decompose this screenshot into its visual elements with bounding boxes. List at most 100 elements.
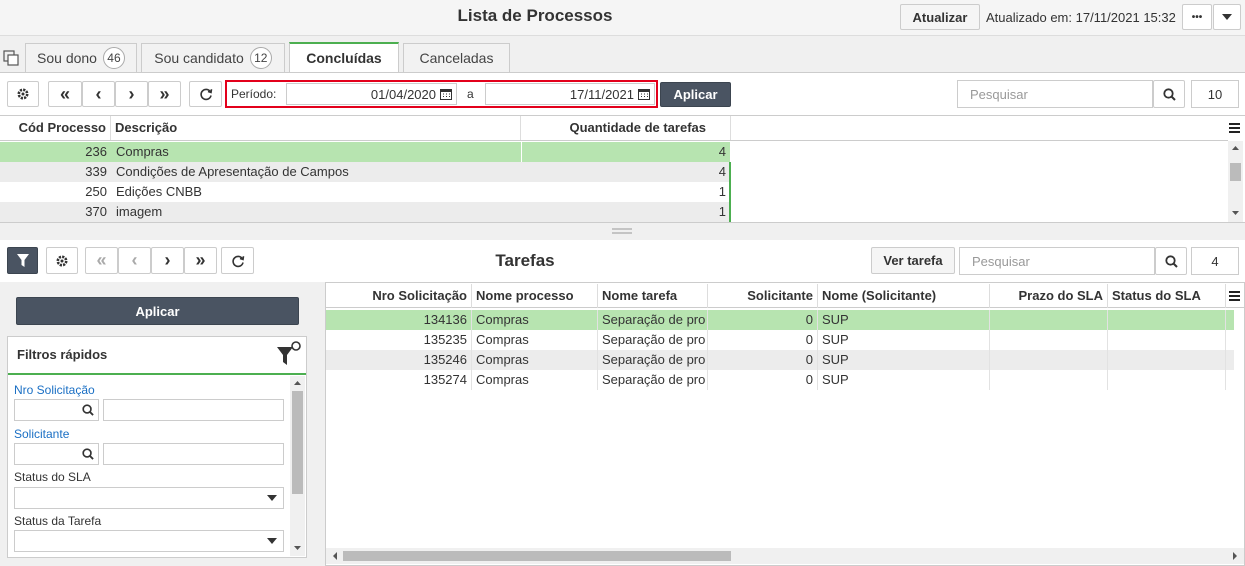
column-menu-icon[interactable]	[1229, 123, 1240, 133]
process-col-code[interactable]: Cód Processo	[0, 116, 111, 140]
task-cell-requester: 0	[708, 350, 818, 370]
process-col-qty[interactable]: Quantidade de tarefas	[521, 116, 731, 140]
process-row-code: 339	[85, 164, 107, 179]
scrollbar-thumb[interactable]	[1230, 163, 1241, 181]
scroll-up-icon[interactable]	[290, 376, 305, 390]
view-task-button[interactable]: Ver tarefa	[871, 247, 955, 274]
process-search-button[interactable]	[1153, 80, 1185, 108]
tasks-last-page-button[interactable]: »	[184, 247, 217, 274]
search-icon[interactable]	[82, 448, 94, 460]
process-row-desc: imagem	[116, 204, 163, 219]
filter-icon	[16, 254, 29, 267]
tasks-next-page-button[interactable]: ›	[151, 247, 184, 274]
period-label: Período:	[231, 87, 277, 101]
next-page-button[interactable]: ›	[115, 81, 148, 107]
task-status-filter-select[interactable]	[14, 530, 284, 552]
prev-page-button[interactable]: ‹	[82, 81, 115, 107]
tasks-column-menu-icon[interactable]	[1229, 291, 1240, 301]
process-row-qty: 1	[718, 184, 726, 199]
process-row-qty: 4	[718, 144, 726, 159]
search-icon[interactable]	[82, 404, 94, 416]
apply-period-button[interactable]: Aplicar	[660, 82, 731, 107]
process-search-input[interactable]: Pesquisar	[957, 80, 1153, 108]
tasks-search-button[interactable]	[1155, 247, 1187, 275]
tasks-col-sla-deadline[interactable]: Prazo do SLA	[990, 284, 1108, 308]
task-cell-sla-deadline	[990, 350, 1108, 370]
first-page-button[interactable]: «	[48, 81, 82, 107]
tab-completed[interactable]: Concluídas	[289, 42, 399, 72]
tasks-col-nro[interactable]: Nro Solicitação	[326, 284, 472, 308]
filter-settings-icon[interactable]	[276, 340, 302, 366]
updated-timestamp: Atualizado em: 17/11/2021 15:32	[986, 10, 1176, 25]
tasks-col-requester[interactable]: Solicitante	[708, 284, 818, 308]
copy-icon[interactable]	[3, 50, 19, 66]
tasks-page-size[interactable]: 4	[1191, 247, 1239, 275]
scrollbar-thumb[interactable]	[292, 391, 303, 494]
panel-splitter[interactable]	[0, 223, 1245, 240]
scroll-down-icon[interactable]	[290, 541, 305, 555]
reload-button[interactable]	[189, 81, 222, 107]
drag-handle-icon	[612, 228, 632, 234]
task-cell-requester: 0	[708, 370, 818, 390]
settings-button[interactable]	[7, 81, 39, 107]
tasks-hscrollbar[interactable]	[326, 548, 1244, 564]
qty-bar-marker	[729, 162, 731, 222]
tasks-prev-page-button[interactable]: ‹	[118, 247, 151, 274]
task-cell-requester-name: SUP	[818, 370, 990, 390]
requester-filter-lookup[interactable]	[14, 443, 99, 465]
tasks-reload-button[interactable]	[221, 247, 254, 274]
calendar-icon[interactable]	[638, 88, 650, 100]
tab-owner[interactable]: Sou dono 46	[25, 43, 137, 72]
filter-scrollbar[interactable]	[290, 376, 305, 556]
tab-candidate[interactable]: Sou candidato 12	[141, 43, 285, 72]
task-cell-requester: 0	[708, 310, 818, 330]
tasks-col-requester-name[interactable]: Nome (Solicitante)	[818, 284, 990, 308]
more-options-button[interactable]: •••	[1182, 4, 1212, 30]
filter-toggle-button[interactable]	[7, 247, 38, 274]
scroll-up-icon[interactable]	[1228, 141, 1243, 155]
last-page-button[interactable]: »	[148, 81, 181, 107]
nro-filter-input[interactable]	[103, 399, 284, 421]
nro-filter-lookup[interactable]	[14, 399, 99, 421]
task-cell-sla-status	[1108, 330, 1226, 350]
search-icon	[1164, 254, 1178, 268]
tasks-first-page-button[interactable]: «	[85, 247, 118, 274]
tasks-settings-button[interactable]	[46, 247, 78, 274]
tasks-col-sla-status[interactable]: Status do SLA	[1108, 284, 1226, 308]
task-cell-nro: 135235	[326, 330, 472, 350]
dropdown-toggle-button[interactable]	[1213, 4, 1241, 30]
process-page-size[interactable]: 10	[1191, 80, 1239, 108]
process-col-desc[interactable]: Descrição	[111, 116, 521, 140]
task-cell-requester-name: SUP	[818, 350, 990, 370]
caret-down-icon	[1222, 14, 1232, 20]
caret-down-icon	[267, 495, 277, 501]
date-from-input[interactable]: 01/04/2020	[286, 83, 457, 105]
nro-filter-label: Nro Solicitação	[14, 383, 95, 397]
task-cell-sla-status	[1108, 350, 1226, 370]
hscrollbar-thumb[interactable]	[343, 551, 731, 561]
scroll-down-icon[interactable]	[1228, 206, 1243, 220]
task-cell-process: Compras	[472, 370, 598, 390]
tab-canceled[interactable]: Canceladas	[403, 43, 510, 72]
scroll-left-icon[interactable]	[328, 548, 342, 564]
process-scrollbar[interactable]	[1228, 141, 1243, 222]
process-row-code: 250	[85, 184, 107, 199]
requester-filter-input[interactable]	[103, 443, 284, 465]
tasks-col-process[interactable]: Nome processo	[472, 284, 598, 308]
date-to-input[interactable]: 17/11/2021	[485, 83, 655, 105]
refresh-icon	[231, 255, 244, 267]
caret-down-icon	[267, 538, 277, 544]
process-row-desc: Edições CNBB	[116, 184, 202, 199]
task-cell-task: Separação de pro	[598, 330, 708, 350]
apply-filters-button[interactable]: Aplicar	[16, 297, 299, 325]
sla-filter-select[interactable]	[14, 487, 284, 509]
date-separator: a	[467, 87, 474, 101]
tasks-search-input[interactable]: Pesquisar	[959, 247, 1155, 275]
quick-filters-divider	[8, 373, 306, 375]
refresh-button[interactable]: Atualizar	[900, 4, 980, 30]
scroll-right-icon[interactable]	[1228, 548, 1242, 564]
task-cell-process: Compras	[472, 330, 598, 350]
calendar-icon[interactable]	[440, 88, 452, 100]
tasks-col-task[interactable]: Nome tarefa	[598, 284, 708, 308]
task-cell-requester: 0	[708, 330, 818, 350]
